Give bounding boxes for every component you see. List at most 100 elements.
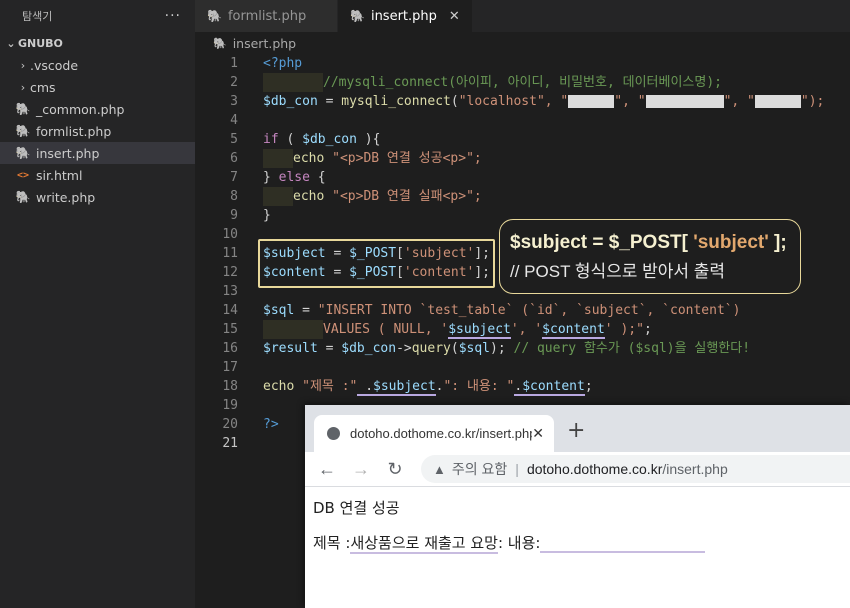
tab-insert-php[interactable]: 🐘 insert.php ✕: [338, 0, 473, 32]
code-token: =: [317, 341, 342, 356]
php-open-tag: <?php: [263, 56, 303, 71]
code-token: ' );": [604, 322, 644, 337]
indent-guide: [263, 73, 323, 92]
code-token: }: [263, 170, 271, 185]
chevron-right-icon: ›: [20, 80, 26, 94]
browser-tab[interactable]: dotoho.dothome.co.kr/insert.php ✕: [314, 415, 554, 452]
tree-item-common-php[interactable]: 🐘 _common.php: [0, 98, 195, 120]
code-token: $db_con: [302, 132, 357, 147]
php-file-icon: 🐘: [15, 102, 31, 116]
line-number: 21: [222, 436, 238, 451]
indent-guide: [263, 187, 293, 206]
tab-label: insert.php: [370, 8, 437, 24]
code-token: $content: [542, 322, 605, 339]
workspace-root-folder[interactable]: ⌄ GNUBO: [0, 32, 195, 54]
code-line: 2 //mysqli_connect(아이피, 아이디, 비밀번호, 데이터베이스…: [195, 73, 850, 92]
code-line: 15 VALUES ( NULL, '$subject', '$content' …: [195, 320, 850, 339]
output-label: 제목 :: [313, 534, 351, 552]
code-token: (: [278, 132, 303, 147]
code-token: "제목 :": [294, 379, 358, 394]
tree-item-cms[interactable]: › cms: [0, 76, 195, 98]
browser-toolbar: ← → ↻ ▲ 주의 요함 | dotoho.dothome.co.kr/ins…: [305, 452, 850, 487]
line-number: 6: [230, 151, 238, 166]
code-token: =: [317, 94, 342, 109]
line-number: 14: [222, 303, 238, 318]
code-line: 1 <?php: [195, 54, 850, 73]
chevron-right-icon: ›: [20, 58, 26, 72]
line-number: 2: [230, 75, 238, 90]
code-token: $subject: [448, 322, 511, 339]
code-token: ": 내용: ": [443, 379, 515, 394]
tree-item-write-php[interactable]: 🐘 write.php: [0, 186, 195, 208]
content-label: : 내용:: [497, 534, 541, 552]
tree-item-label: formlist.php: [36, 123, 112, 139]
line-number: 17: [222, 360, 238, 375]
globe-icon: [327, 427, 340, 440]
redacted-value: [754, 95, 801, 108]
code-token: =: [294, 303, 318, 318]
code-token: echo: [263, 379, 295, 394]
code-token: $db_con: [263, 94, 318, 109]
line-number: 3: [230, 94, 238, 109]
tree-item-insert-php[interactable]: 🐘 insert.php: [0, 142, 195, 164]
code-token: ', ': [510, 322, 543, 337]
callout-text: 'subject': [693, 232, 769, 253]
chevron-down-icon: ⌄: [6, 36, 16, 50]
url-path: /insert.php: [662, 461, 728, 477]
more-actions-icon[interactable]: ···: [165, 8, 181, 24]
code-token: else: [270, 170, 318, 185]
code-token: ;: [584, 379, 593, 394]
html-file-icon: <>: [16, 169, 30, 181]
code-line: 6 echo "<p>DB 연결 성공<p>";: [195, 149, 850, 168]
code-token: .: [357, 379, 374, 396]
line-number: 7: [230, 170, 238, 185]
callout-line-1: $subject = $_POST[ 'subject' ];: [510, 232, 800, 254]
code-token: "<p>DB 연결 성공<p>";: [324, 151, 482, 166]
new-tab-button[interactable]: +: [567, 418, 585, 443]
forward-arrow-icon[interactable]: →: [349, 459, 373, 480]
indent-guide: [263, 149, 293, 168]
tree-item-formlist-php[interactable]: 🐘 formlist.php: [0, 120, 195, 142]
tab-formlist-php[interactable]: 🐘 formlist.php: [195, 0, 338, 32]
content-value-underline: [540, 550, 706, 553]
code-token: (: [450, 341, 459, 356]
code-line: 16 $result = $db_con->query($sql); // que…: [195, 339, 850, 358]
code-token: ;: [643, 322, 652, 337]
close-icon[interactable]: ✕: [449, 9, 460, 24]
code-token: VALUES ( NULL, ': [323, 322, 449, 337]
line-number: 10: [222, 227, 238, 242]
callout-text: ];: [768, 232, 787, 253]
code-token: $sql: [458, 341, 491, 356]
security-warning-label: 주의 요함: [451, 461, 508, 477]
line-number: 12: [222, 265, 238, 280]
back-arrow-icon[interactable]: ←: [315, 459, 339, 480]
address-bar[interactable]: ▲ 주의 요함 | dotoho.dothome.co.kr/insert.ph…: [421, 455, 850, 483]
php-file-icon: 🐘: [350, 9, 365, 23]
code-line: 8 echo "<p>DB 연결 실패<p>";: [195, 187, 850, 206]
breadcrumb[interactable]: 🐘 insert.php: [195, 32, 850, 54]
line-number: 13: [222, 284, 238, 299]
code-comment: //mysqli_connect(아이피, 아이디, 비밀번호, 데이터베이스명…: [323, 75, 722, 90]
code-token: ->: [396, 341, 412, 356]
tree-item-vscode[interactable]: › .vscode: [0, 54, 195, 76]
line-number: 8: [230, 189, 238, 204]
code-token: mysqli_connect: [341, 94, 451, 109]
code-comment: // query 함수가 ($sql)을 실행한다!: [505, 341, 751, 356]
code-token: (: [450, 94, 459, 109]
close-tab-icon[interactable]: ✕: [532, 425, 544, 442]
reload-icon[interactable]: ↻: [383, 459, 407, 480]
tab-label: formlist.php: [227, 8, 307, 24]
code-token: {: [317, 170, 326, 185]
code-line: 14 $sql = "INSERT INTO `test_table` (`id`…: [195, 301, 850, 320]
callout-line-2: // POST 형식으로 받아서 출력: [510, 262, 726, 281]
explorer-header: 탐색기 ···: [0, 0, 195, 32]
warning-triangle-icon[interactable]: ▲: [433, 462, 446, 477]
redacted-value: [645, 95, 724, 108]
editor-tab-bar: 🐘 formlist.php 🐘 insert.php ✕: [195, 0, 850, 32]
code-token: ", ": [723, 94, 755, 109]
code-token: );: [490, 341, 506, 356]
tree-item-label: .vscode: [30, 57, 79, 73]
tree-item-sir-html[interactable]: <> sir.html: [0, 164, 195, 186]
line-number: 1: [230, 56, 238, 71]
code-token: echo: [293, 189, 325, 204]
